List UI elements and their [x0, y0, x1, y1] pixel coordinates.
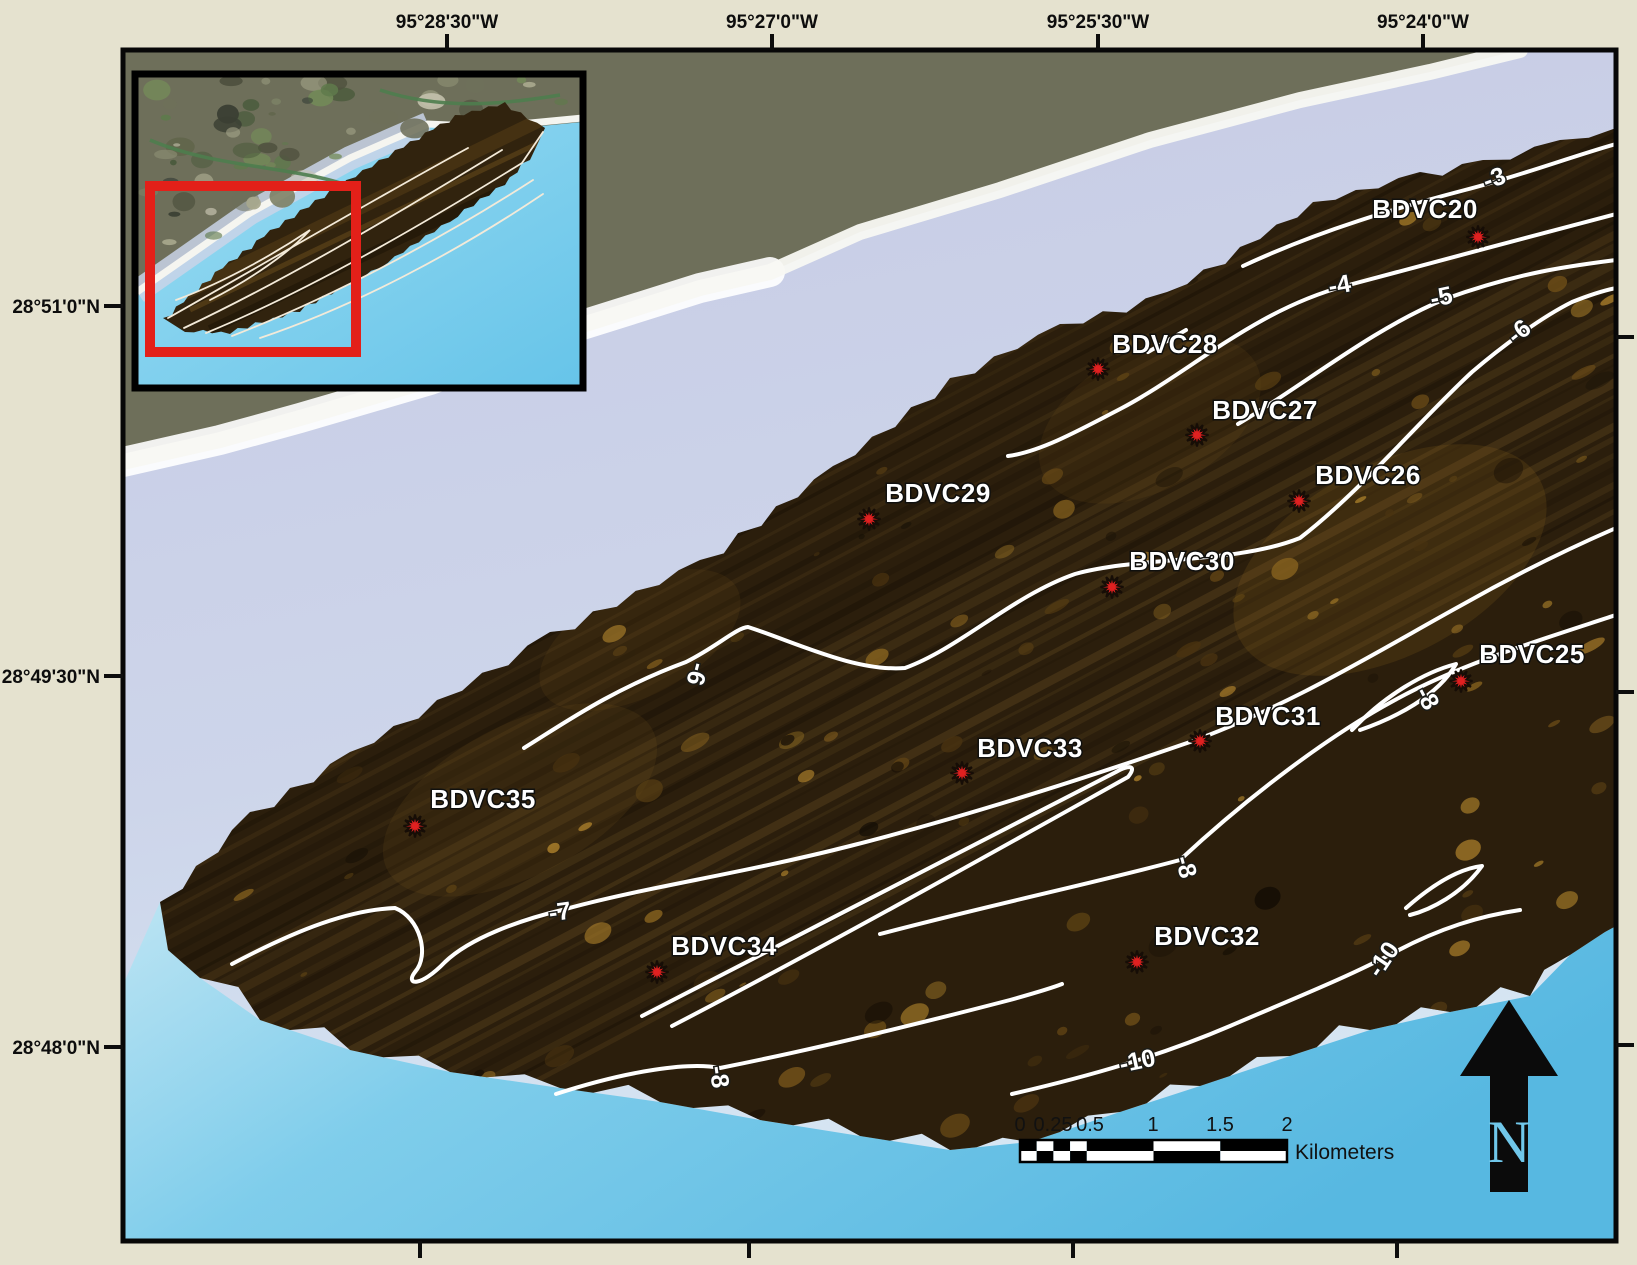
longitude-label: 95°25'30"W [1047, 12, 1150, 33]
scale-tick-label: 1 [1147, 1114, 1158, 1136]
sample-label: BDVC33 [977, 733, 1083, 763]
sample-label: BDVC26 [1315, 460, 1421, 490]
latitude-label: 28°49'30"N [2, 667, 100, 688]
sample-label: BDVC20 [1372, 194, 1478, 224]
longitude-label: 95°27'0"W [726, 12, 818, 33]
latitude-label: 28°48'0"N [12, 1038, 100, 1059]
scale-tick-label: 2 [1281, 1114, 1292, 1136]
longitude-label: 95°24'0"W [1377, 12, 1469, 33]
sample-label: BDVC27 [1212, 395, 1318, 425]
map-content: -3 -4 -5 -6 -6 -7 -8 -8 -8 -10 -10 BDVC2… [0, 0, 1637, 1265]
latitude-label: 28°51'0"N [12, 297, 100, 318]
scale-tick-label: 0 [1014, 1114, 1025, 1136]
sample-label: BDVC25 [1479, 639, 1585, 669]
longitude-label: 95°28'30"W [396, 12, 499, 33]
sample-label: BDVC28 [1112, 329, 1218, 359]
sample-label: BDVC35 [430, 784, 536, 814]
map-figure: -3 -4 -5 -6 -6 -7 -8 -8 -8 -10 -10 BDVC2… [0, 0, 1637, 1265]
sample-label: BDVC31 [1215, 701, 1321, 731]
inset-map [135, 73, 583, 388]
scale-unit-label: Kilometers [1295, 1141, 1394, 1164]
contour-label: -8 [704, 1064, 735, 1090]
sample-label: BDVC29 [885, 478, 991, 508]
map-canvas: -3 -4 -5 -6 -6 -7 -8 -8 -8 -10 -10 BDVC2… [0, 0, 1637, 1265]
contour-label: -7 [547, 897, 573, 928]
scale-tick-label: 1.5 [1206, 1114, 1234, 1136]
scale-bar-segments [1020, 1140, 1287, 1162]
sample-label: BDVC34 [671, 931, 777, 961]
sample-label: BDVC30 [1129, 546, 1235, 576]
north-arrow-letter: N [1487, 1109, 1530, 1175]
scale-tick-label: 0.25 [1034, 1114, 1073, 1136]
scale-tick-label: 0.5 [1076, 1114, 1104, 1136]
sample-label: BDVC32 [1154, 921, 1260, 951]
